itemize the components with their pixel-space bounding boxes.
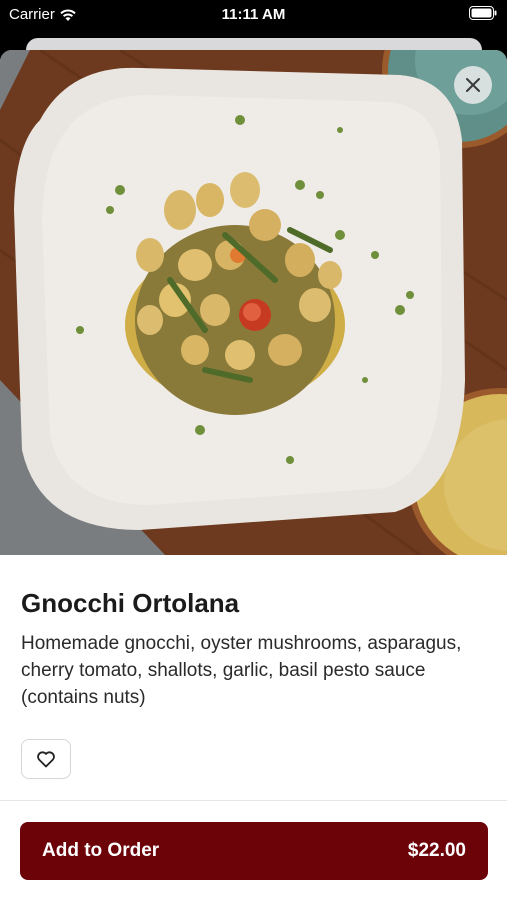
close-icon (466, 78, 480, 92)
item-detail-sheet: Gnocchi Ortolana Homemade gnocchi, oyste… (0, 50, 507, 900)
add-to-order-button[interactable]: Add to Order $22.00 (20, 822, 488, 880)
dish-description: Homemade gnocchi, oyster mushrooms, aspa… (21, 633, 462, 708)
heart-icon (37, 751, 55, 768)
battery-icon (469, 6, 497, 20)
add-to-order-label: Add to Order (42, 840, 160, 861)
price-label: $22.00 (407, 840, 466, 861)
divider (0, 800, 507, 801)
dish-photo (0, 50, 507, 555)
close-button[interactable] (454, 66, 492, 104)
app-screen: Carrier 11:11 AM Gnocchi Ortolana Homema… (0, 0, 507, 900)
favorite-button[interactable] (21, 739, 71, 779)
dish-title: Gnocchi Ortolana (21, 588, 240, 618)
status-bar: Carrier 11:11 AM (0, 0, 507, 30)
clock: 11:11 AM (221, 6, 286, 23)
